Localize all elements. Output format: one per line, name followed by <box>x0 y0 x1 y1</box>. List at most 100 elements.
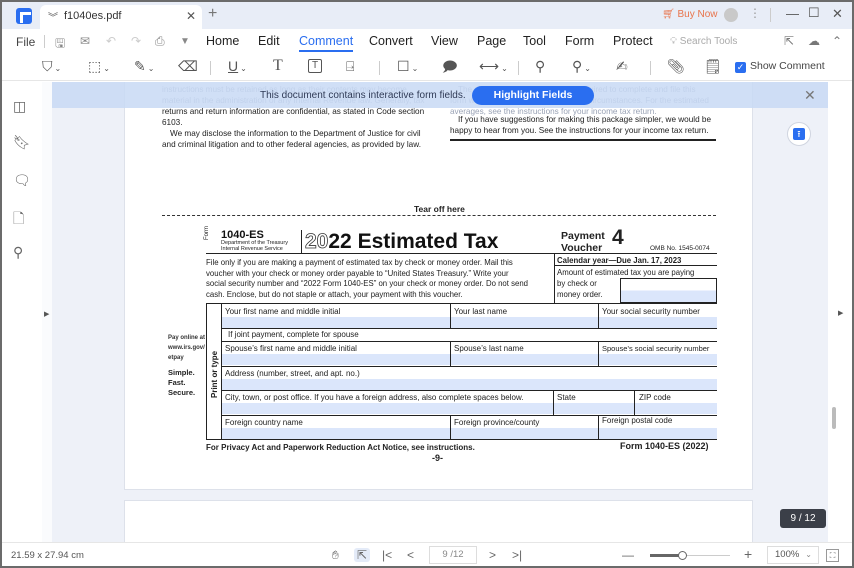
spouse-first-name-field[interactable] <box>222 354 450 365</box>
hand-tool-icon[interactable]: ✋︎ <box>332 548 339 563</box>
buy-now-button[interactable]: 🛒︎ Buy Now <box>662 9 718 20</box>
document-tab[interactable]: ︾ f1040es.pdf ✕ <box>40 5 202 29</box>
previous-page-icon[interactable]: < <box>407 548 414 562</box>
typewriter-tool[interactable]: T <box>273 58 283 74</box>
simple-fast-secure: Simple. Fast. Secure. <box>168 368 195 398</box>
divider <box>518 61 519 75</box>
shape-tool[interactable]: ☐ ⌄ <box>397 58 418 77</box>
share-icon[interactable]: ⇱ <box>784 34 794 48</box>
next-page-icon[interactable]: > <box>489 548 496 562</box>
area-highlight-tool[interactable]: ⬚ ⌄ <box>88 58 110 77</box>
note-tool[interactable]: 🗩︎ <box>442 58 458 74</box>
menu-tab-view[interactable]: View <box>431 34 458 48</box>
first-name-field[interactable] <box>222 317 450 328</box>
expand-left-panel-icon[interactable]: ▶ <box>44 310 49 318</box>
callout-tool[interactable]: ⍈ <box>346 58 354 74</box>
paragraph-confidential: returns and return information are confi… <box>162 106 424 150</box>
address-field[interactable] <box>222 379 717 390</box>
last-name-field[interactable] <box>451 317 598 328</box>
zip-field[interactable] <box>635 403 717 414</box>
menu-tab-page[interactable]: Page <box>477 34 506 48</box>
search-tools-input[interactable]: 💡︎ Search Tools <box>670 36 737 47</box>
tear-off-line <box>162 215 716 216</box>
customize-dropdown-icon[interactable]: ▼ <box>180 36 190 47</box>
foreign-postal-field[interactable] <box>599 428 717 439</box>
menu-file[interactable]: File <box>16 35 35 49</box>
foreign-country-field[interactable] <box>222 428 450 439</box>
undo-icon[interactable]: ↶ <box>106 34 116 48</box>
comments-icon[interactable]: 🗨︎ <box>13 172 31 188</box>
sign-tool[interactable]: ✍︎ <box>616 58 628 74</box>
attachment-tool[interactable]: 📎︎ <box>667 58 685 74</box>
expand-right-panel-icon[interactable]: ▶ <box>838 309 843 317</box>
annotation-list-tool[interactable]: 🗒︎ <box>704 58 722 74</box>
highlight-fields-button[interactable]: Highlight Fields <box>472 86 594 105</box>
close-banner-icon[interactable]: ✕ <box>804 87 816 104</box>
collapse-ribbon-icon[interactable]: ⌃ <box>832 34 842 48</box>
thumbnails-icon[interactable]: ◫ <box>13 98 29 114</box>
print-icon[interactable]: ⎙ <box>155 34 165 49</box>
underline-tool[interactable]: U ⌄ <box>228 58 247 77</box>
amount-field[interactable] <box>620 278 717 303</box>
zoom-select[interactable]: 100% ⌄ <box>767 546 819 564</box>
menu-tab-edit[interactable]: Edit <box>258 34 280 48</box>
minimize-icon[interactable]: — <box>786 6 799 21</box>
pencil-tool[interactable]: ✎ ⌄ <box>134 58 154 77</box>
spouse-last-name-field[interactable] <box>451 354 598 365</box>
form-fields-notice-banner: This document contains interactive form … <box>52 82 828 108</box>
spouse-ssn-field[interactable] <box>599 354 717 365</box>
fit-page-icon[interactable]: ⛶ <box>826 549 839 562</box>
bookmark-icon[interactable]: 🔖︎ <box>13 134 31 150</box>
highlight-tool[interactable]: ⛉ ⌄ <box>42 58 61 77</box>
show-comment-checkbox[interactable]: ✓ Show Comment <box>735 60 825 73</box>
vertical-scrollbar-thumb[interactable] <box>832 407 836 429</box>
rule <box>221 341 717 342</box>
zoom-out-icon[interactable]: — <box>622 548 634 562</box>
email-icon[interactable]: ✉︎ <box>80 34 90 48</box>
zoom-slider[interactable] <box>650 551 730 560</box>
foreign-province-field[interactable] <box>451 428 598 439</box>
pencil-icon: ✎ <box>134 58 146 74</box>
tab-collapse-icon[interactable]: ︾ <box>48 9 58 24</box>
zoom-slider-handle[interactable] <box>678 551 687 560</box>
close-icon[interactable]: ✕ <box>832 6 843 22</box>
avatar[interactable] <box>724 8 738 22</box>
cloud-upload-icon[interactable]: ☁︎ <box>808 34 820 48</box>
more-icon[interactable]: ⋮ <box>749 6 761 20</box>
maximize-icon[interactable]: ☐ <box>808 5 820 21</box>
chevron-down-icon: ⌄ <box>501 64 508 73</box>
redo-icon[interactable]: ↷ <box>131 34 141 48</box>
privacy-notice: For Privacy Act and Paperwork Reduction … <box>206 443 475 452</box>
upload-button[interactable]: ⭱ <box>787 122 811 146</box>
zoom-in-icon[interactable]: + <box>744 546 752 562</box>
attachments-icon[interactable]: 🗋︎ <box>13 208 29 226</box>
eraser-tool[interactable]: ⌫ <box>178 58 198 74</box>
first-page-icon[interactable]: |< <box>382 548 392 562</box>
ssn-field[interactable] <box>599 317 717 328</box>
annotation-list-icon: 🗒︎ <box>704 58 722 74</box>
menu-tab-form[interactable]: Form <box>565 34 594 48</box>
measure-tool[interactable]: ⟷ ⌄ <box>479 58 508 77</box>
state-field[interactable] <box>554 403 634 414</box>
paragraph-suggestions: If you have suggestions for making this … <box>450 114 711 136</box>
select-tool-icon[interactable]: ⇱ <box>354 548 371 562</box>
menu-tab-comment[interactable]: Comment <box>299 34 354 52</box>
search-icon[interactable]: ⚲ <box>13 244 29 260</box>
menu-tab-tool[interactable]: Tool <box>523 34 546 48</box>
menu-tab-protect[interactable]: Protect <box>613 34 653 48</box>
save-icon[interactable]: 🖫︎ <box>55 34 65 55</box>
chevron-down-icon: ⌄ <box>103 64 110 73</box>
menu-tab-convert[interactable]: Convert <box>369 34 413 48</box>
menu-tab-home[interactable]: Home <box>206 34 239 48</box>
stamp-tool[interactable]: ⚲ <box>535 58 545 74</box>
text-box-tool[interactable]: T <box>308 59 322 73</box>
last-page-icon[interactable]: >| <box>512 548 522 562</box>
field-label: Foreign postal code <box>602 416 673 425</box>
page-number-input[interactable]: 9 /12 <box>429 546 477 564</box>
close-tab-icon[interactable]: ✕ <box>186 9 196 23</box>
new-tab-icon[interactable]: + <box>208 5 217 23</box>
city-field[interactable] <box>222 403 553 414</box>
signature-stamp-tool[interactable]: ⚲ ⌄ <box>572 58 591 77</box>
show-comment-label: Show Comment <box>750 60 825 72</box>
chevron-down-icon: ⌄ <box>240 64 247 73</box>
